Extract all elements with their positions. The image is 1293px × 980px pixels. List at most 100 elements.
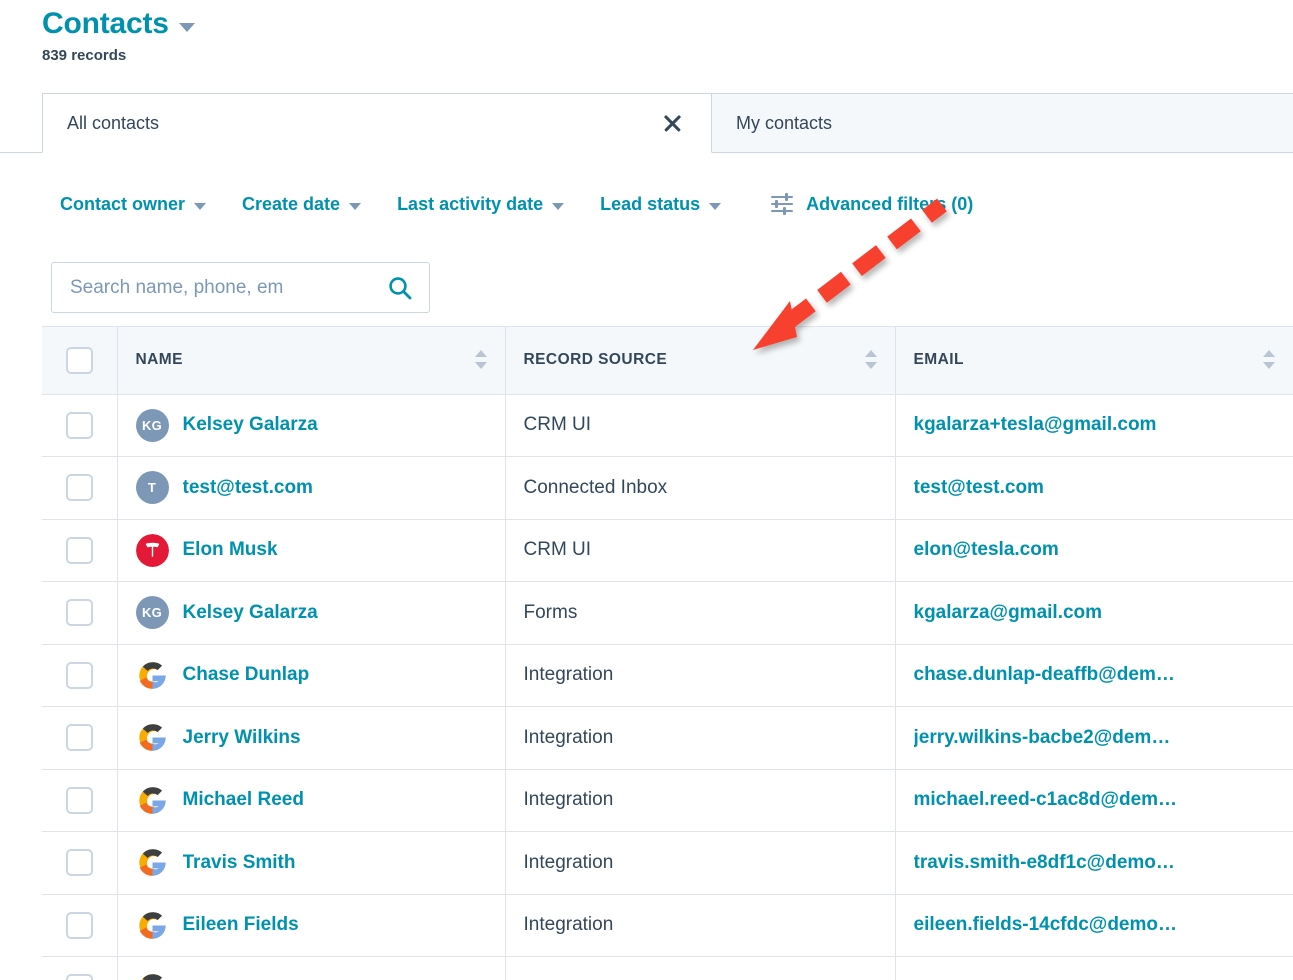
column-header-record-source-label: RECORD SOURCE — [523, 351, 668, 369]
table-row[interactable]: Elon Musk CRM UI elon@tesla.com — [42, 519, 1293, 582]
email-cell: michael.reed-c1ac8d@dem… — [895, 769, 1293, 832]
table-row[interactable]: Travis Smith Integration travis.smith-e8df… — [42, 831, 1293, 895]
email-cell: jerry.wilkins-bacbe2@dem… — [895, 706, 1293, 770]
search-icon[interactable] — [387, 275, 413, 301]
row-checkbox[interactable] — [65, 724, 93, 752]
contact-email-link[interactable]: travis.smith-e8df1c@demo… — [914, 852, 1276, 874]
search-bar — [42, 248, 1293, 326]
name-cell: Chase Dunlap — [117, 644, 506, 707]
contact-name-link[interactable]: Elon Musk — [183, 539, 278, 561]
table-row[interactable] — [42, 956, 1293, 980]
page-header: Contacts 839 records — [42, 6, 1293, 65]
filter-create-date[interactable]: Create date — [224, 188, 379, 221]
filter-create-date-label: Create date — [242, 193, 341, 214]
record-source-cell: Forms — [505, 581, 896, 645]
contact-name-link[interactable]: Kelsey Galarza — [183, 602, 318, 624]
google-logo-icon — [136, 721, 169, 754]
table-row[interactable]: Ttest@test.com Connected Inbox test@test.c… — [42, 456, 1293, 520]
tab-my-contacts[interactable]: My contacts — [712, 93, 1293, 153]
contact-email-link[interactable]: kgalarza+tesla@gmail.com — [914, 414, 1276, 436]
contact-email-link[interactable]: michael.reed-c1ac8d@dem… — [914, 789, 1276, 811]
sort-arrows-icon[interactable] — [474, 349, 487, 371]
filter-contact-owner-label: Contact owner — [60, 193, 186, 214]
contact-email-link[interactable]: kgalarza@gmail.com — [914, 602, 1276, 624]
filter-last-activity-date[interactable]: Last activity date — [379, 188, 582, 221]
table-header-row: NAME RECORD SOURCE EMAIL — [42, 327, 1293, 395]
column-header-record-source[interactable]: RECORD SOURCE — [505, 327, 896, 395]
name-cell: KG Kelsey Galarza — [117, 581, 506, 645]
avatar: KG — [135, 408, 169, 442]
chevron-down-icon — [709, 202, 722, 210]
google-logo-icon — [136, 659, 169, 692]
contact-email-link[interactable]: elon@tesla.com — [914, 539, 1276, 561]
record-source-cell: CRM UI — [505, 519, 896, 582]
contact-name-link[interactable]: Eileen Fields — [183, 914, 299, 936]
tesla-logo-icon — [135, 533, 169, 567]
record-source-value: Integration — [523, 914, 614, 936]
email-cell: chase.dunlap-deaffb@dem… — [895, 644, 1293, 707]
row-checkbox[interactable] — [65, 411, 93, 439]
row-checkbox[interactable] — [65, 974, 93, 980]
record-source-value: CRM UI — [523, 414, 592, 436]
record-source-value: Integration — [523, 851, 614, 873]
tab-all-contacts[interactable]: All contacts — [42, 93, 712, 153]
row-checkbox[interactable] — [65, 661, 93, 689]
row-checkbox[interactable] — [65, 536, 93, 564]
contact-name-link[interactable]: Kelsey Galarza — [183, 414, 318, 436]
contact-name-link[interactable]: Michael Reed — [183, 789, 304, 811]
column-header-name[interactable]: NAME — [117, 327, 506, 395]
name-cell: Michael Reed — [117, 769, 506, 832]
table-row[interactable]: Jerry Wilkins Integration jerry.wilkins-ba… — [42, 706, 1293, 770]
contact-name-link[interactable]: Jerry Wilkins — [183, 727, 301, 749]
contacts-table-container: NAME RECORD SOURCE EMAIL KG Kelsey Galar… — [42, 326, 1293, 980]
close-icon[interactable] — [661, 112, 683, 134]
contact-name-link[interactable]: test@test.com — [183, 477, 313, 499]
name-cell: Ttest@test.com — [117, 456, 506, 520]
email-cell: eileen.fields-14cfdc@demo… — [895, 894, 1293, 957]
table-row[interactable]: KG Kelsey Galarza Forms kgalarza@gmail.com — [42, 581, 1293, 645]
record-source-cell: Integration — [505, 894, 896, 957]
search-input[interactable] — [70, 276, 387, 299]
name-cell: KG Kelsey Galarza — [117, 394, 506, 457]
table-row[interactable]: Eileen Fields Integration eileen.fields-14… — [42, 894, 1293, 957]
filter-last-activity-date-label: Last activity date — [397, 193, 544, 214]
contact-name-link[interactable]: Travis Smith — [183, 852, 296, 874]
row-checkbox[interactable] — [65, 599, 93, 627]
row-select-cell — [42, 581, 118, 645]
record-source-value: Connected Inbox — [523, 476, 668, 498]
row-checkbox[interactable] — [65, 786, 93, 814]
record-source-cell: Connected Inbox — [505, 456, 896, 520]
search-box[interactable] — [51, 262, 430, 313]
email-cell — [895, 956, 1293, 980]
row-checkbox[interactable] — [65, 474, 93, 502]
record-source-value: Forms — [523, 601, 578, 623]
advanced-filters-label: Advanced filters (0) — [806, 193, 974, 214]
avatar: KG — [135, 596, 169, 630]
row-select-cell — [42, 644, 118, 707]
contacts-page: Contacts 839 records All contacts My con… — [0, 0, 1293, 980]
contact-email-link[interactable]: eileen.fields-14cfdc@demo… — [914, 914, 1276, 936]
advanced-filters-button[interactable]: Advanced filters (0) — [753, 188, 991, 221]
contact-name-link[interactable]: Chase Dunlap — [183, 664, 310, 686]
contact-email-link[interactable]: test@test.com — [914, 477, 1276, 499]
chevron-down-icon[interactable] — [178, 22, 195, 32]
google-logo-icon — [136, 909, 169, 942]
column-header-email[interactable]: EMAIL — [895, 327, 1293, 395]
select-all-checkbox[interactable] — [65, 346, 93, 374]
sort-arrows-icon[interactable] — [1263, 349, 1275, 371]
email-cell: elon@tesla.com — [895, 519, 1293, 582]
table-row[interactable]: Chase Dunlap Integration chase.dunlap-deaf… — [42, 644, 1293, 707]
chevron-down-icon — [349, 202, 362, 210]
filter-lead-status[interactable]: Lead status — [582, 188, 739, 221]
table-row[interactable]: KG Kelsey Galarza CRM UI kgalarza+tesla@gma… — [42, 394, 1293, 457]
sort-arrows-icon[interactable] — [864, 349, 877, 371]
column-header-name-label: NAME — [135, 351, 183, 369]
row-checkbox[interactable] — [65, 911, 93, 939]
tab-my-contacts-label: My contacts — [736, 113, 833, 133]
name-cell: Elon Musk — [117, 519, 506, 582]
contact-email-link[interactable]: jerry.wilkins-bacbe2@dem… — [914, 727, 1276, 749]
filter-contact-owner[interactable]: Contact owner — [42, 188, 224, 221]
contact-email-link[interactable]: chase.dunlap-deaffb@dem… — [914, 664, 1276, 686]
row-checkbox[interactable] — [65, 849, 93, 877]
table-row[interactable]: Michael Reed Integration michael.reed-c1ac… — [42, 769, 1293, 832]
